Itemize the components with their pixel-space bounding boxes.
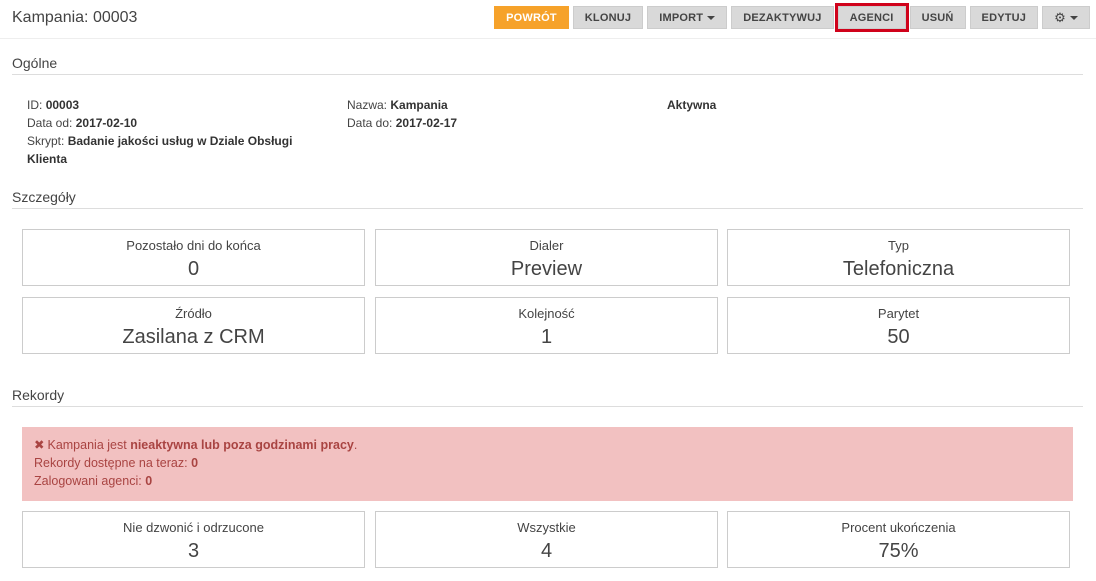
stat-completion-percent: Procent ukończenia 75% [727, 511, 1070, 568]
page-title: Kampania: 00003 [12, 9, 138, 26]
date-to-value: 2017-02-17 [395, 116, 458, 130]
stat-dialer: Dialer Preview [375, 229, 718, 286]
section-records-title: Rekordy [12, 387, 1083, 407]
available-records-label: Rekordy dostępne na teraz: [34, 456, 188, 470]
status-label: Aktywna [667, 98, 717, 112]
stat-days-left: Pozostało dni do końca 0 [22, 229, 365, 286]
name-row: Nazwa: Kampania [347, 96, 617, 114]
gear-icon: ⚙ [1054, 10, 1066, 25]
caret-down-icon [1070, 15, 1078, 20]
id-row: ID: 00003 [27, 96, 297, 114]
name-label: Nazwa: [347, 98, 388, 112]
stat-all-records: Wszystkie 4 [375, 511, 718, 568]
inactive-campaign-alert: ✖ Kampania jest nieaktywna lub poza godzi… [22, 427, 1073, 501]
stat-source: Źródło Zasilana z CRM [22, 297, 365, 354]
stat-value: Preview [510, 258, 583, 280]
settings-dropdown-button[interactable]: ⚙ [1042, 6, 1090, 29]
stat-parity: Parytet 50 [727, 297, 1070, 354]
script-label: Skrypt: [27, 134, 65, 148]
stat-order: Kolejność 1 [375, 297, 718, 354]
stat-value: 4 [540, 540, 553, 562]
stat-label: Źródło [175, 306, 212, 321]
edit-button[interactable]: EDYTUJ [969, 6, 1039, 29]
stat-value: Telefoniczna [842, 258, 955, 280]
alert-message: ✖ Kampania jest nieaktywna lub poza godzi… [34, 436, 1061, 454]
stat-value: 75% [878, 540, 919, 562]
import-button-label: IMPORT [659, 11, 704, 24]
stat-value: 50 [887, 326, 910, 348]
section-general-title: Ogólne [12, 55, 1083, 75]
stat-label: Wszystkie [517, 520, 576, 535]
stat-value: Zasilana z CRM [122, 326, 265, 348]
deactivate-button[interactable]: DEZAKTYWUJ [731, 6, 834, 29]
alert-available-records: Rekordy dostępne na teraz: 0 [34, 454, 1061, 472]
available-records-value: 0 [191, 456, 199, 470]
stat-do-not-call: Nie dzwonić i odrzucone 3 [22, 511, 365, 568]
alert-logged-agents: Zalogowani agenci: 0 [34, 472, 1061, 490]
name-value: Kampania [390, 98, 448, 112]
section-details-title: Szczegóły [12, 189, 1083, 209]
back-button[interactable]: POWRÓT [494, 6, 569, 29]
id-value: 00003 [45, 98, 80, 112]
logged-agents-value: 0 [145, 474, 153, 488]
agents-button[interactable]: AGENCI [834, 3, 909, 32]
stat-label: Dialer [529, 238, 564, 253]
date-from-row: Data od: 2017-02-10 [27, 114, 297, 132]
logged-agents-label: Zalogowani agenci: [34, 474, 142, 488]
date-to-row: Data do: 2017-02-17 [347, 114, 617, 132]
alert-suffix: . [353, 438, 358, 452]
date-from-value: 2017-02-10 [75, 116, 138, 130]
stat-label: Typ [888, 238, 909, 253]
id-label: ID: [27, 98, 43, 112]
general-column-right: Aktywna [667, 96, 867, 114]
stat-label: Procent ukończenia [841, 520, 956, 535]
stat-label: Kolejność [518, 306, 575, 321]
delete-button[interactable]: USUŃ [909, 6, 966, 29]
stat-label: Parytet [877, 306, 920, 321]
alert-prefix: Kampania jest [47, 438, 127, 452]
stat-label: Pozostało dni do końca [126, 238, 261, 253]
alert-emphasis: nieaktywna lub poza godzinami pracy [130, 438, 354, 452]
close-x-icon: ✖ [34, 438, 45, 452]
script-row: Skrypt: Badanie jakości usług w Dziale O… [27, 132, 297, 168]
stat-value: 0 [187, 258, 200, 280]
date-to-label: Data do: [347, 116, 393, 130]
stat-type: Typ Telefoniczna [727, 229, 1070, 286]
clone-button[interactable]: KLONUJ [572, 6, 644, 29]
stat-label: Nie dzwonić i odrzucone [123, 520, 264, 535]
general-column-left: ID: 00003 Data od: 2017-02-10 Skrypt: Ba… [27, 96, 297, 168]
caret-down-icon [707, 15, 716, 20]
toolbar: POWRÓT KLONUJ IMPORT DEZAKTYWUJ AGENCI U… [494, 3, 1090, 32]
import-dropdown-button[interactable]: IMPORT [647, 6, 728, 29]
script-value: Badanie jakości usług w Dziale Obsługi K… [27, 134, 293, 166]
date-from-label: Data od: [27, 116, 73, 130]
stat-value: 3 [187, 540, 200, 562]
top-bar: Kampania: 00003 POWRÓT KLONUJ IMPORT DEZ… [0, 0, 1096, 39]
stat-value: 1 [540, 326, 553, 348]
general-column-middle: Nazwa: Kampania Data do: 2017-02-17 [347, 96, 617, 132]
